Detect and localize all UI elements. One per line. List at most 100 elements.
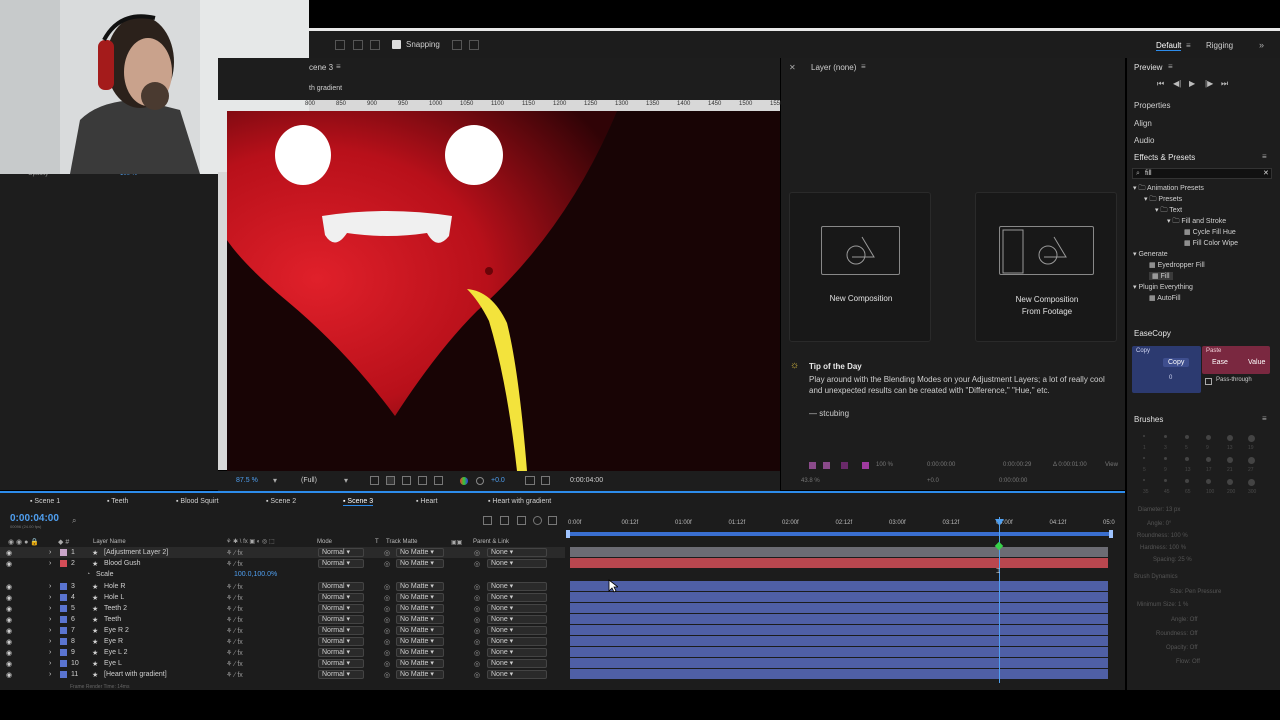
brush-preset-dot[interactable] bbox=[1143, 479, 1145, 481]
expand-icon[interactable]: › bbox=[49, 638, 51, 645]
footer-zoom[interactable]: 43.8 % bbox=[801, 478, 820, 484]
track-matte-select[interactable]: No Matte ▾ bbox=[396, 582, 444, 591]
layer-switches[interactable]: ⚘ ∕ fx bbox=[226, 583, 243, 591]
parent-select[interactable]: None ▾ bbox=[487, 659, 547, 668]
search-icon[interactable]: ⌕ bbox=[72, 516, 76, 526]
expand-icon[interactable]: › bbox=[49, 671, 51, 678]
expand-icon[interactable]: › bbox=[49, 605, 51, 612]
timeline-tab[interactable]: ▪ Scene 3 bbox=[343, 498, 374, 506]
layer-switches[interactable]: ⚘ ∕ fx bbox=[226, 627, 243, 635]
work-area-start-handle[interactable] bbox=[566, 530, 570, 538]
layer-switches[interactable]: ⚘ ∕ fx bbox=[226, 638, 243, 646]
tree-eyedropper-fill[interactable]: ▦ Eyedropper Fill bbox=[1149, 261, 1205, 269]
label-color-swatch[interactable] bbox=[60, 616, 67, 623]
expand-icon[interactable]: › bbox=[49, 627, 51, 634]
tree-generate[interactable]: ▾ Generate bbox=[1133, 250, 1168, 258]
mask-visibility-icon[interactable] bbox=[402, 476, 411, 485]
brush-preset-dot[interactable] bbox=[1248, 457, 1255, 464]
layer-duration-bar[interactable] bbox=[570, 614, 1108, 624]
exposure-value[interactable]: +0.0 bbox=[491, 477, 505, 484]
timeline-timecode[interactable]: 0:00:04:00 bbox=[10, 513, 59, 524]
first-frame-icon[interactable]: ⏮ bbox=[1157, 79, 1164, 89]
layer-row[interactable]: ◉ › 6 ★ Teeth ⚘ ∕ fx Normal ▾ ◎ No Matte ▾ ◎ None … bbox=[0, 614, 565, 625]
snap-options-icon[interactable] bbox=[452, 40, 462, 50]
view-select[interactable]: View bbox=[1105, 462, 1118, 468]
preserve-transparency-icon[interactable]: ◎ bbox=[384, 627, 390, 635]
play-icon[interactable]: ▶ bbox=[1189, 79, 1195, 88]
clear-search-icon[interactable]: ✕ bbox=[1263, 169, 1269, 177]
pickwhip-icon[interactable]: ◎ bbox=[474, 671, 480, 679]
properties-heading[interactable]: Properties bbox=[1134, 101, 1170, 110]
tree-fill-and-stroke[interactable]: ▾ 🗀 Fill and Stroke bbox=[1167, 217, 1226, 228]
eye-icon[interactable]: ◉ bbox=[6, 560, 12, 568]
resolution-select[interactable]: (Full) bbox=[301, 477, 317, 484]
brush-preset-dot[interactable] bbox=[1164, 457, 1167, 460]
blend-mode-select[interactable]: Normal ▾ bbox=[318, 626, 364, 635]
workspace-overflow-icon[interactable]: » bbox=[1259, 40, 1264, 50]
track-matte-select[interactable]: No Matte ▾ bbox=[396, 659, 444, 668]
blend-mode-select[interactable]: Normal ▾ bbox=[318, 559, 364, 568]
work-area-end-handle[interactable] bbox=[1109, 530, 1113, 538]
bottom-time-out[interactable]: 0:00:00:29 bbox=[1003, 462, 1031, 468]
pickwhip-icon[interactable]: ◎ bbox=[474, 649, 480, 657]
transparency-grid-icon[interactable] bbox=[386, 476, 395, 485]
brush-preset-dot[interactable] bbox=[1185, 479, 1189, 483]
render-icon[interactable] bbox=[841, 462, 848, 469]
label-color-swatch[interactable] bbox=[60, 549, 67, 556]
bottom-duration[interactable]: Δ 0:00:01:00 bbox=[1053, 462, 1087, 468]
effects-search-input[interactable]: ⌕ fill ✕ bbox=[1132, 168, 1272, 179]
preserve-transparency-icon[interactable]: ◎ bbox=[384, 594, 390, 602]
snap-options-icon[interactable] bbox=[469, 40, 479, 50]
blend-mode-select[interactable]: Normal ▾ bbox=[318, 548, 364, 557]
blend-mode-select[interactable]: Normal ▾ bbox=[318, 582, 364, 591]
next-frame-icon[interactable]: |▶ bbox=[1205, 79, 1213, 88]
blend-mode-select[interactable]: Normal ▾ bbox=[318, 659, 364, 668]
preserve-transparency-icon[interactable]: ◎ bbox=[384, 649, 390, 657]
ease-button[interactable]: Ease bbox=[1212, 359, 1228, 366]
view-options-icon[interactable] bbox=[434, 476, 443, 485]
eye-icon[interactable]: ◉ bbox=[6, 638, 12, 646]
layer-switches[interactable]: ⚘ ∕ fx bbox=[226, 660, 243, 668]
layer-name[interactable]: Hole L bbox=[104, 594, 124, 601]
value-button[interactable]: Value bbox=[1248, 359, 1265, 366]
eye-icon[interactable]: ◉ bbox=[6, 671, 12, 679]
tab-menu-icon[interactable]: ≡ bbox=[336, 62, 341, 71]
layer-name[interactable]: Eye R bbox=[104, 638, 123, 645]
current-timecode[interactable]: 0:00:04:00 bbox=[570, 477, 603, 484]
keyframe-marker[interactable]: ⌶ bbox=[996, 568, 1000, 576]
expand-icon[interactable]: › bbox=[49, 649, 51, 656]
layer-name[interactable]: Eye R 2 bbox=[104, 627, 129, 634]
layer-duration-bar[interactable] bbox=[570, 669, 1108, 679]
scale-property-row[interactable]: ◔ Scale 100.0,100.0% bbox=[0, 569, 565, 580]
resolution-dropdown-icon[interactable]: ▾ bbox=[344, 476, 348, 485]
layer-name[interactable]: [Adjustment Layer 2] bbox=[104, 549, 168, 556]
tree-animation-presets[interactable]: ▾ 🗀 Animation Presets bbox=[1133, 184, 1204, 195]
brush-preset-dot[interactable] bbox=[1206, 457, 1211, 462]
brush-preset-dot[interactable] bbox=[1248, 435, 1255, 442]
timeline-tab[interactable]: ▪ Blood Squirt bbox=[176, 498, 219, 505]
timeline-tab[interactable]: ▪ Heart bbox=[416, 498, 438, 505]
snapping-checkbox[interactable] bbox=[392, 40, 401, 49]
layer-switches[interactable]: ⚘ ∕ fx bbox=[226, 560, 243, 568]
panel-menu-icon[interactable]: ≡ bbox=[1168, 62, 1173, 71]
layer-row[interactable]: ◉ › 4 ★ Hole L ⚘ ∕ fx Normal ▾ ◎ No Matte ▾ ◎ None… bbox=[0, 592, 565, 603]
audio-heading[interactable]: Audio bbox=[1134, 136, 1154, 145]
layer-row[interactable]: ◉ › 9 ★ Eye L 2 ⚘ ∕ fx Normal ▾ ◎ No Matte ▾ ◎ Non… bbox=[0, 647, 565, 658]
scale-value[interactable]: 100.0,100.0% bbox=[234, 571, 277, 578]
blend-mode-select[interactable]: Normal ▾ bbox=[318, 615, 364, 624]
layer-duration-bar[interactable] bbox=[570, 547, 1108, 557]
pickwhip-icon[interactable]: ◎ bbox=[474, 638, 480, 646]
panel-menu-icon[interactable]: ≡ bbox=[1262, 414, 1267, 423]
parent-link-header[interactable]: Parent & Link bbox=[473, 539, 509, 545]
layer-duration-bar[interactable] bbox=[570, 581, 1108, 591]
layer-switches[interactable]: ⚘ ∕ fx bbox=[226, 549, 243, 557]
bottom-time-in[interactable]: 0:00:00:00 bbox=[927, 462, 955, 468]
layer-switches[interactable]: ⚘ ∕ fx bbox=[226, 605, 243, 613]
breadcrumb[interactable]: th gradient bbox=[309, 85, 342, 92]
guides-icon[interactable] bbox=[418, 476, 427, 485]
preserve-transparency-icon[interactable]: ◎ bbox=[384, 583, 390, 591]
preserve-transparency-icon[interactable]: ◎ bbox=[384, 616, 390, 624]
brush-preset-dot[interactable] bbox=[1227, 457, 1233, 463]
brush-preset-dot[interactable] bbox=[1143, 457, 1145, 459]
label-color-swatch[interactable] bbox=[60, 583, 67, 590]
